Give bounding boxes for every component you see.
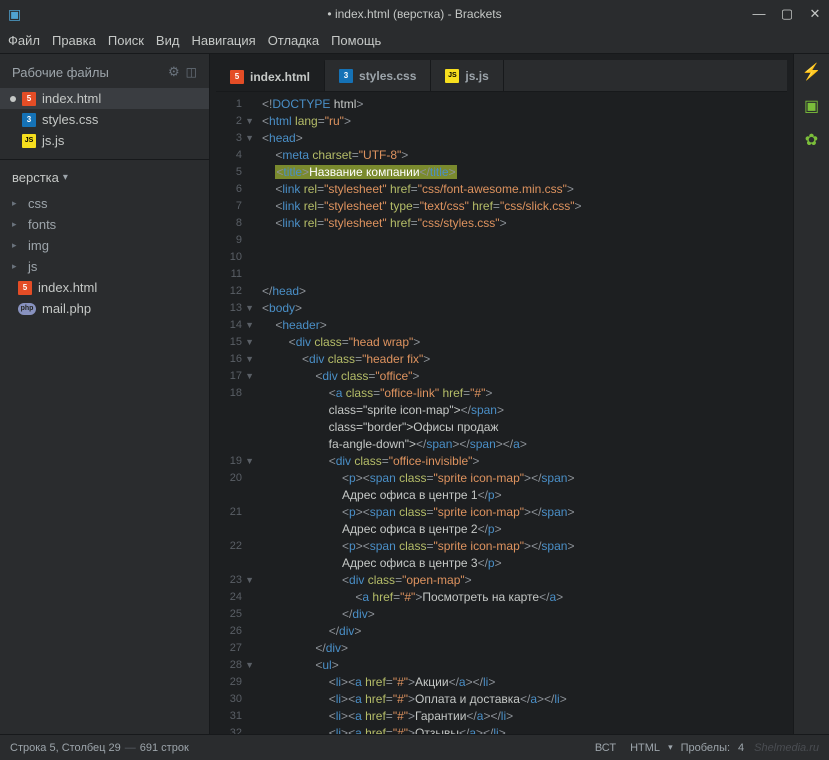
menu-find[interactable]: Поиск <box>108 33 144 48</box>
file-tree: ▸ css ▸ fonts ▸ img ▸ js 5 index.htmlphp mail.php <box>0 191 209 321</box>
caret-right-icon: ▸ <box>12 261 22 272</box>
tree-folder[interactable]: ▸ css <box>0 193 209 214</box>
working-file-item[interactable]: 3 styles.css <box>0 109 209 130</box>
cursor-line[interactable]: 5 <box>49 742 55 754</box>
status-bar: Строка 5, Столбец 29 — 691 строк ВСТ HTM… <box>0 734 829 760</box>
extension-manager-icon[interactable]: ▣ <box>802 96 822 116</box>
menu-navigate[interactable]: Навигация <box>191 33 255 48</box>
modified-dot-icon <box>10 117 16 123</box>
caret-right-icon: ▸ <box>12 240 22 251</box>
editor-tab[interactable]: JS js.js <box>431 60 503 91</box>
menu-edit[interactable]: Правка <box>52 33 96 48</box>
file-name: index.html <box>42 91 101 106</box>
html-icon: 5 <box>230 70 244 84</box>
folder-name: js <box>28 259 37 274</box>
php-icon: php <box>18 303 36 315</box>
total-lines: 691 строк <box>140 742 189 754</box>
close-button[interactable]: ✕ <box>805 6 825 22</box>
html-icon: 5 <box>22 92 36 106</box>
menu-view[interactable]: Вид <box>156 33 180 48</box>
split-view-icon[interactable]: ◫ <box>186 65 197 79</box>
tree-folder[interactable]: ▸ js <box>0 256 209 277</box>
modified-dot-icon <box>10 96 16 102</box>
tree-folder[interactable]: ▸ img <box>0 235 209 256</box>
tab-label: styles.css <box>359 69 416 83</box>
window-title: • index.html (верстка) - Brackets <box>327 7 501 21</box>
file-name: js.js <box>42 133 64 148</box>
modified-dot-icon <box>10 138 16 144</box>
right-rail: ⚡ ▣ ✿ <box>793 54 829 734</box>
js-icon: JS <box>445 69 459 83</box>
tree-file[interactable]: php mail.php <box>0 298 209 319</box>
line-gutter: 12▼3▼45678910111213▼14▼15▼16▼17▼1819▼202… <box>216 92 256 734</box>
spaces-label[interactable]: Пробелы: <box>675 740 736 756</box>
plugin-icon[interactable]: ✿ <box>802 130 822 150</box>
working-files-header: Рабочие файлы ⚙ ◫ <box>0 54 209 86</box>
menu-bar: Файл Правка Поиск Вид Навигация Отладка … <box>0 28 829 54</box>
file-name: mail.php <box>42 301 91 316</box>
tab-label: js.js <box>465 69 488 83</box>
html-icon: 5 <box>18 281 32 295</box>
chevron-down-icon: ▾ <box>63 172 68 183</box>
title-bar: ▣ • index.html (верстка) - Brackets — ▢ … <box>0 0 829 28</box>
maximize-button[interactable]: ▢ <box>777 6 797 22</box>
css-icon: 3 <box>22 113 36 127</box>
file-name: index.html <box>38 280 97 295</box>
caret-right-icon: ▸ <box>12 219 22 230</box>
code-editor[interactable]: 12▼3▼45678910111213▼14▼15▼16▼17▼1819▼202… <box>216 92 787 734</box>
editor-tab[interactable]: 5 index.html <box>216 60 325 91</box>
working-file-item[interactable]: JS js.js <box>0 130 209 151</box>
folder-name: fonts <box>28 217 56 232</box>
watermark: Shelmedia.ru <box>754 742 819 754</box>
cursor-line-label: Строка <box>10 742 46 754</box>
project-label: верстка <box>12 170 59 185</box>
file-name: styles.css <box>42 112 98 127</box>
sidebar: Рабочие файлы ⚙ ◫ 5 index.html 3 styles.css… <box>0 54 210 734</box>
spaces-count[interactable]: 4 <box>738 742 744 754</box>
insert-mode-toggle[interactable]: ВСТ <box>589 740 622 756</box>
menu-file[interactable]: Файл <box>8 33 40 48</box>
folder-name: css <box>28 196 48 211</box>
editor-tabs: 5 index.html 3 styles.css JS js.js <box>216 60 787 92</box>
tab-label: index.html <box>250 70 310 84</box>
working-files-list: 5 index.html 3 styles.css JS js.js <box>0 86 209 153</box>
folder-name: img <box>28 238 49 253</box>
live-preview-icon[interactable]: ⚡ <box>802 62 822 82</box>
working-files-label: Рабочие файлы <box>12 65 109 80</box>
gear-icon[interactable]: ⚙ <box>168 64 180 80</box>
working-file-item[interactable]: 5 index.html <box>0 88 209 109</box>
caret-right-icon: ▸ <box>12 198 22 209</box>
cursor-col[interactable]: 29 <box>109 742 121 754</box>
tree-folder[interactable]: ▸ fonts <box>0 214 209 235</box>
menu-debug[interactable]: Отладка <box>268 33 319 48</box>
chevron-down-icon[interactable]: ▾ <box>668 742 673 753</box>
editor-tab[interactable]: 3 styles.css <box>325 60 431 91</box>
cursor-col-label: Столбец <box>62 742 106 754</box>
app-logo-icon: ▣ <box>8 6 21 23</box>
code-content[interactable]: <!DOCTYPE html><html lang="ru"><head> <m… <box>256 92 787 734</box>
js-icon: JS <box>22 134 36 148</box>
minimize-button[interactable]: — <box>749 6 769 22</box>
menu-help[interactable]: Помощь <box>331 33 381 48</box>
language-mode[interactable]: HTML <box>624 740 666 756</box>
css-icon: 3 <box>339 69 353 83</box>
tree-file[interactable]: 5 index.html <box>0 277 209 298</box>
project-header[interactable]: верстка ▾ <box>0 159 209 191</box>
